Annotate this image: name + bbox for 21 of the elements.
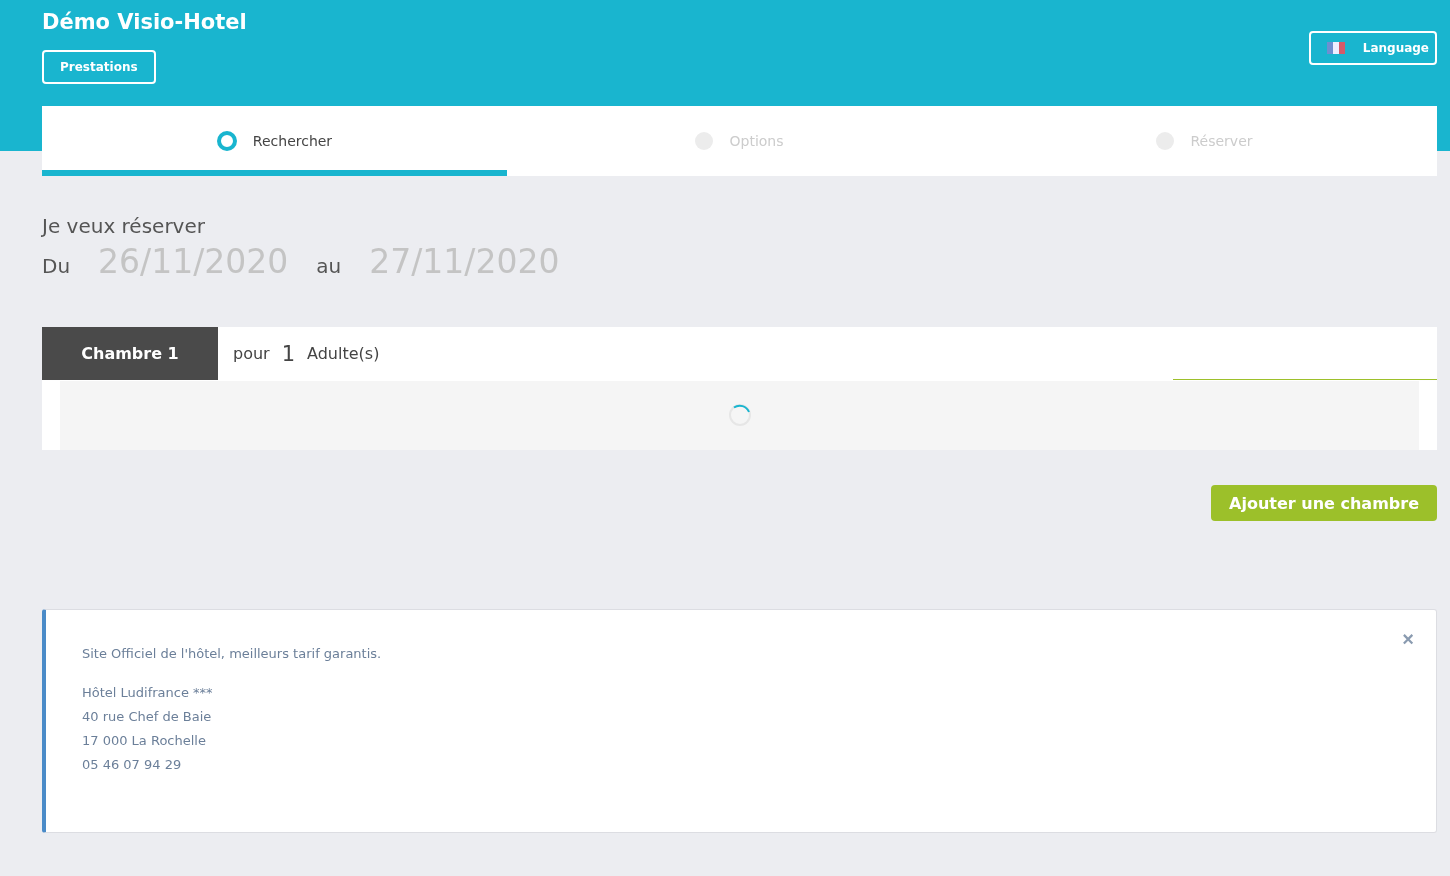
step-tab[interactable]: Rechercher: [42, 106, 507, 176]
language-button[interactable]: Language: [1308, 31, 1437, 65]
address-line: 17 000 La Rochelle: [82, 732, 207, 750]
address-line: 05 46 07 94 29: [82, 756, 183, 774]
search-heading: Je veux réserver: [42, 214, 206, 238]
flag-icon: [1326, 42, 1345, 54]
to-label: au: [316, 254, 342, 278]
add-room-button[interactable]: Ajouter une chambre: [1211, 485, 1437, 521]
close-button[interactable]: ×: [1402, 628, 1414, 651]
address-line: Hôtel Ludifrance ***: [82, 684, 214, 702]
step-dot-icon: [216, 131, 237, 151]
adults-count[interactable]: 1: [281, 341, 296, 366]
step-label: Rechercher: [252, 133, 333, 149]
info-text: Site Officiel de l'hôtel, meilleurs tarif garantis.: [82, 646, 383, 661]
room-tab[interactable]: Chambre 1: [42, 327, 218, 380]
from-label: Du: [42, 254, 71, 278]
adults-label: Adulte(s): [307, 344, 380, 363]
services-button[interactable]: Prestations: [42, 50, 156, 84]
address-line: 40 rue Chef de Baie: [82, 708, 213, 726]
for-label: pour: [233, 344, 270, 363]
hotel-title: Démo Visio-Hotel: [42, 10, 247, 34]
